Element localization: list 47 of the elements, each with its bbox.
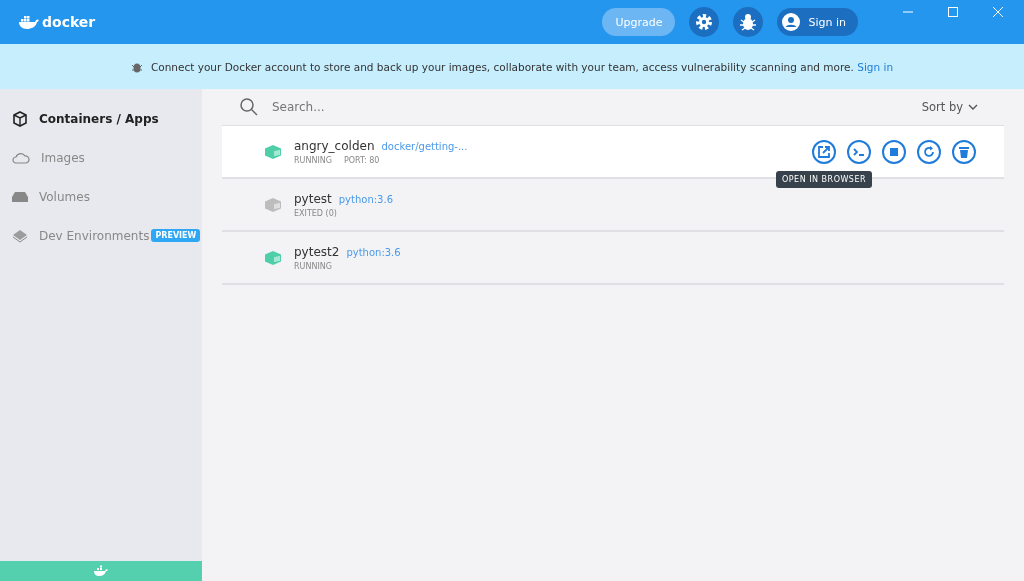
whale-icon bbox=[93, 565, 109, 577]
image-link[interactable]: docker/getting-... bbox=[381, 140, 468, 152]
tooltip: OPEN IN BROWSER bbox=[776, 170, 873, 188]
container-status: EXITED (0) bbox=[294, 208, 337, 218]
chevron-down-icon bbox=[968, 104, 978, 110]
sign-in-link[interactable]: Sign in bbox=[857, 60, 894, 73]
image-link[interactable]: python:3.6 bbox=[346, 246, 401, 258]
sidebar-item[interactable]: Containers / Apps bbox=[0, 99, 202, 138]
app-title: docker bbox=[42, 14, 96, 30]
cloud-icon bbox=[12, 151, 30, 164]
maximize-icon[interactable] bbox=[947, 6, 959, 18]
preview-badge: PREVIEW bbox=[151, 229, 201, 242]
sidebar-item[interactable]: Volumes bbox=[0, 177, 202, 216]
restart-button[interactable] bbox=[917, 139, 941, 164]
sidebar-item[interactable]: Dev Environments PREVIEW bbox=[0, 216, 202, 255]
bug-icon bbox=[738, 12, 759, 32]
cli-button[interactable] bbox=[847, 139, 871, 164]
layers-icon bbox=[12, 228, 28, 243]
container-status: RUNNING bbox=[294, 261, 332, 271]
container-name: pytest bbox=[294, 191, 332, 206]
upgrade-button[interactable]: Upgrade bbox=[602, 8, 676, 36]
banner-message: Connect your Docker account to store and back up your images, collaborate with your team, access vulnerability scanning and more. Sign in bbox=[150, 60, 894, 73]
external-link-icon bbox=[817, 144, 831, 159]
delete-button[interactable] bbox=[952, 139, 976, 164]
open-button[interactable] bbox=[812, 139, 836, 164]
sign-in-button[interactable]: Sign in bbox=[777, 8, 858, 36]
sort-by-dropdown[interactable]: Sort by bbox=[915, 99, 984, 115]
user-icon bbox=[782, 13, 801, 31]
container-name: angry_colden bbox=[294, 138, 375, 153]
container-status: RUNNING bbox=[294, 155, 332, 165]
settings-button[interactable] bbox=[689, 7, 720, 37]
search-icon bbox=[240, 98, 258, 116]
sidebar-item[interactable]: Images bbox=[0, 138, 202, 177]
port-label: PORT: 80 bbox=[343, 155, 380, 165]
image-link[interactable]: python:3.6 bbox=[338, 193, 394, 205]
container-name: pytest2 bbox=[294, 244, 340, 259]
search-field[interactable]: Search... bbox=[270, 99, 574, 115]
container-row[interactable]: pytest2 python:3.6 RUNNING bbox=[222, 232, 1004, 285]
restart-icon bbox=[922, 144, 936, 159]
bug-button[interactable] bbox=[733, 7, 764, 37]
whale-logo-icon bbox=[18, 14, 40, 30]
gear-icon bbox=[694, 12, 715, 32]
trash-icon bbox=[957, 144, 971, 159]
stop-button[interactable] bbox=[882, 139, 906, 164]
drive-icon bbox=[12, 190, 28, 203]
close-icon[interactable] bbox=[992, 6, 1004, 18]
cube-icon bbox=[12, 110, 28, 127]
